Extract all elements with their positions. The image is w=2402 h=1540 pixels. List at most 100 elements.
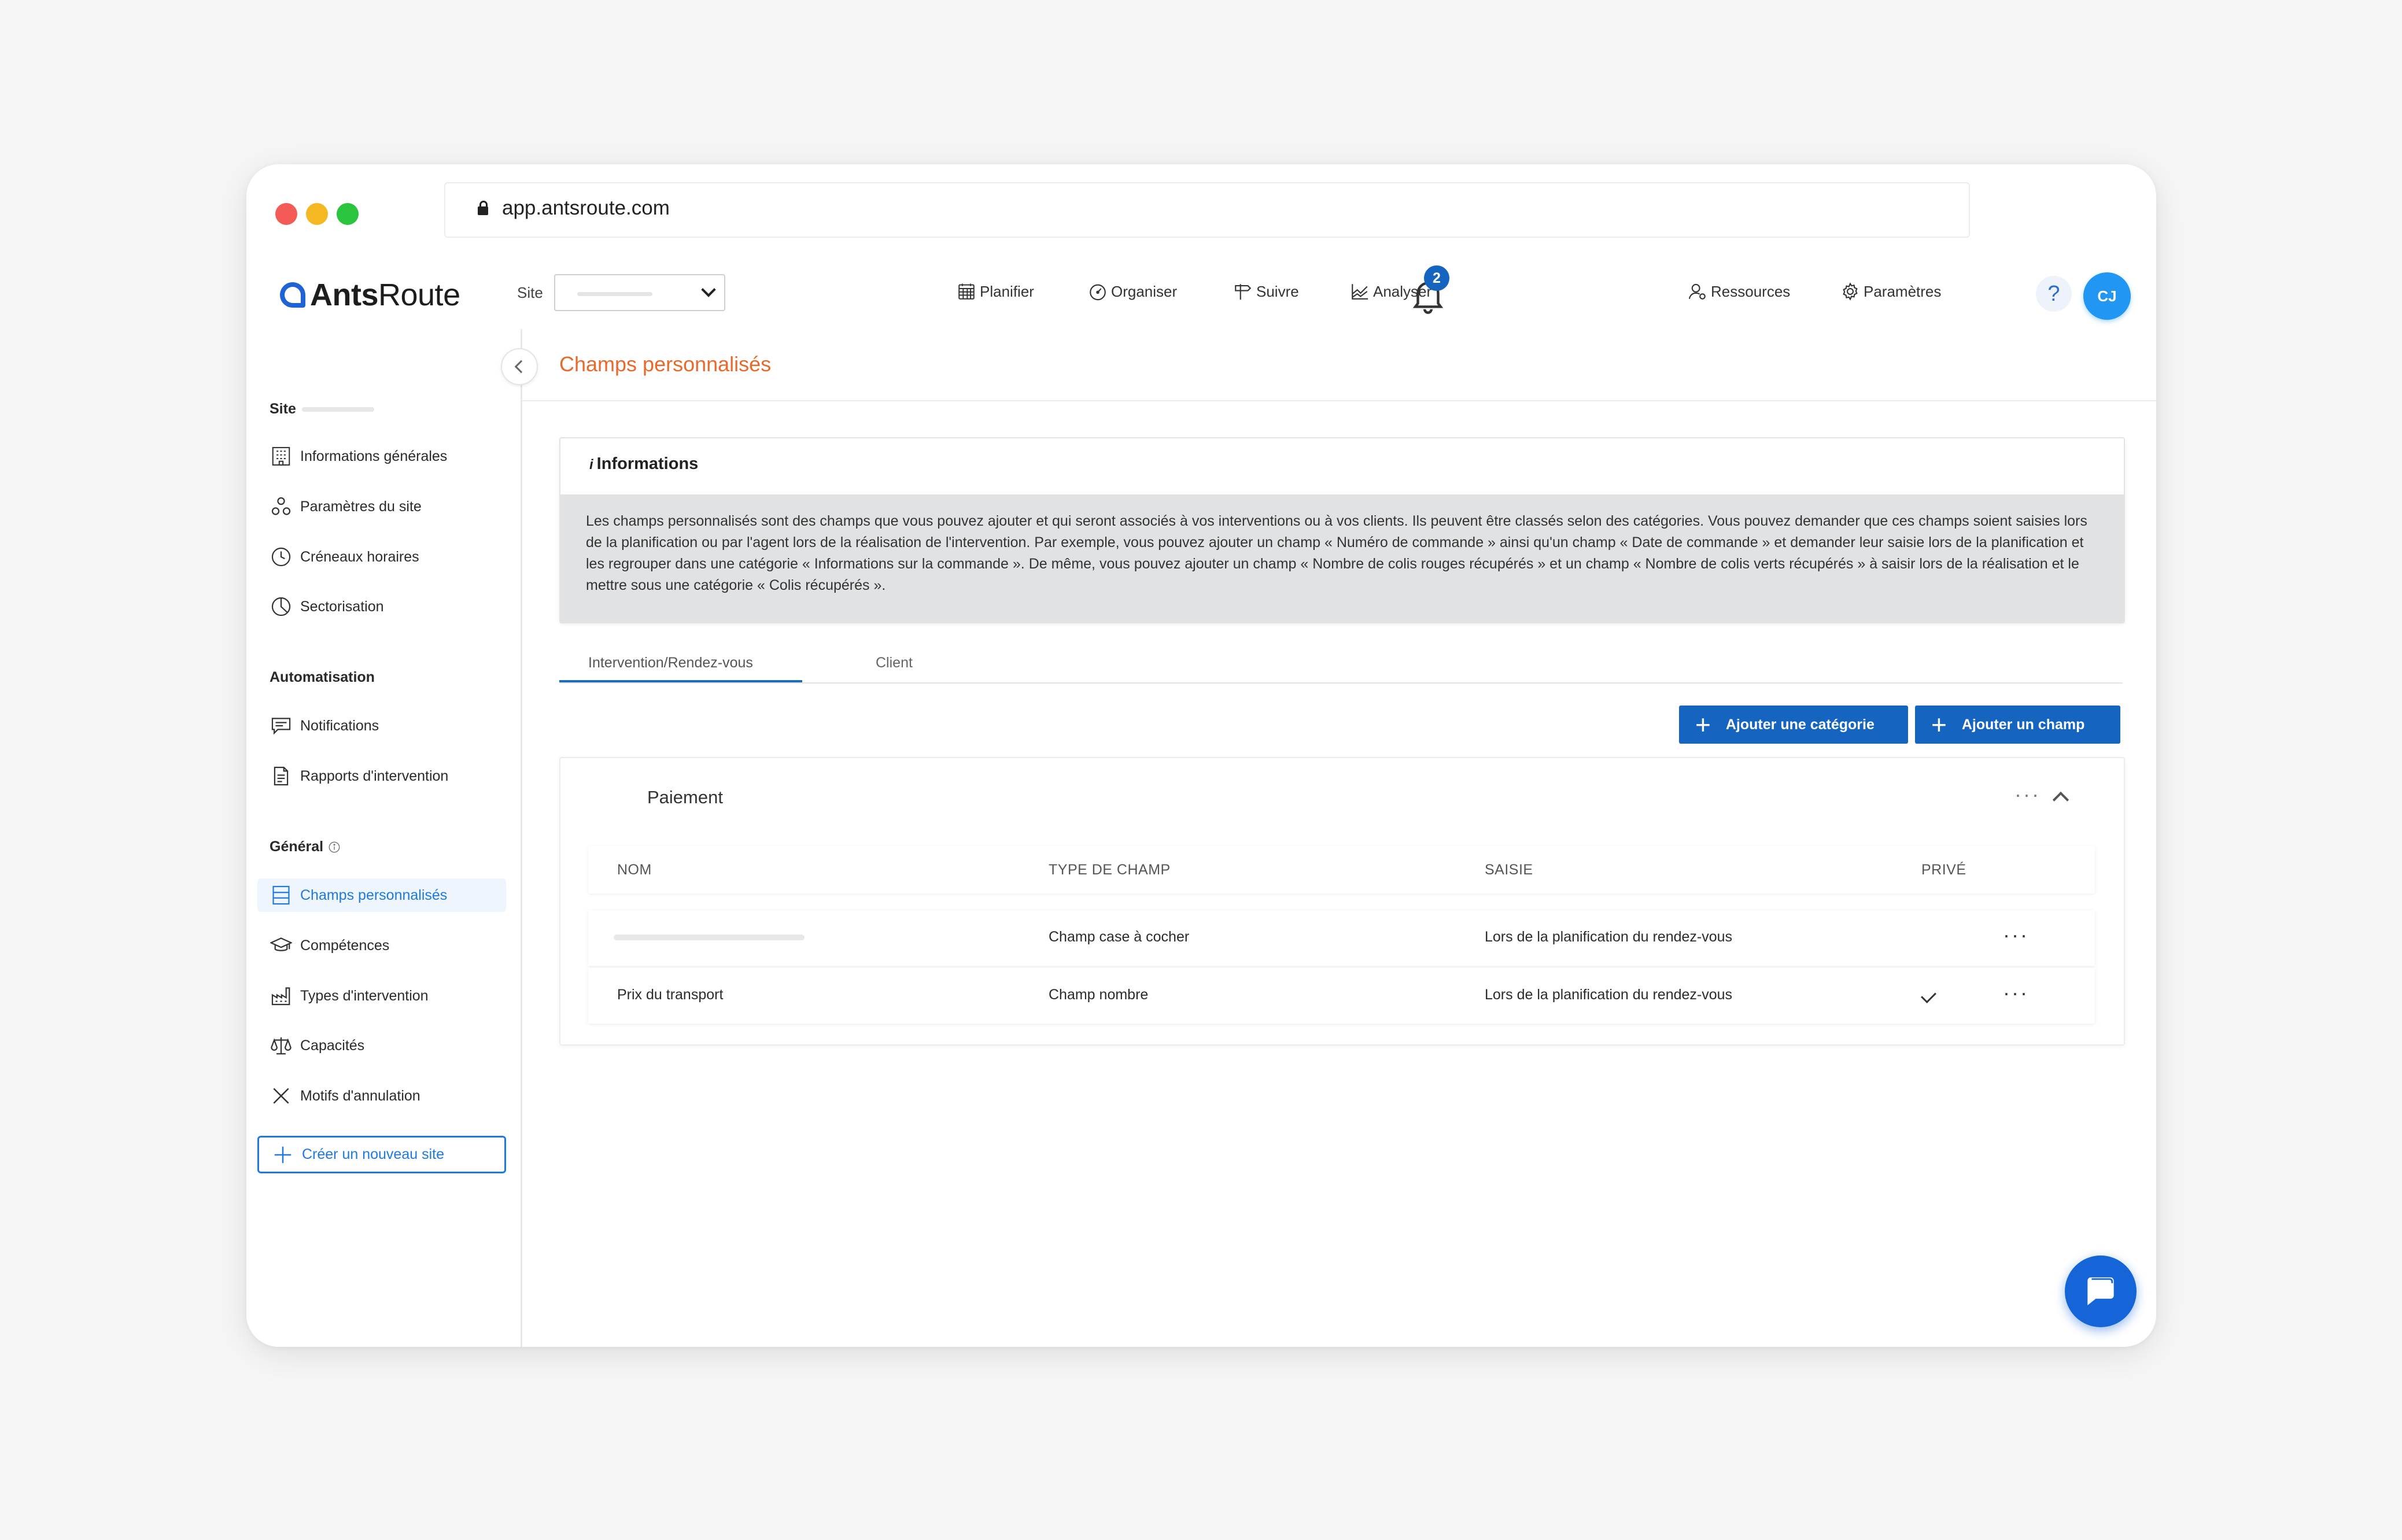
table-row[interactable]: Champ case à cocher Lors de la planifica…	[588, 910, 2095, 966]
browser-window: app.antsroute.com AntsRoute Site Planifi…	[246, 164, 2156, 1347]
factory-icon	[271, 987, 290, 1006]
sidebar-section-general: Général	[270, 839, 341, 855]
sidebar-item-capacites[interactable]: Capacités	[257, 1029, 506, 1062]
nav-ressources[interactable]: Ressources	[1688, 282, 1790, 301]
column-header-nom[interactable]: NOM	[617, 862, 652, 878]
nav-suivre-label: Suivre	[1256, 282, 1299, 300]
sidebar-item-creneaux-horaires[interactable]: Créneaux horaires	[257, 540, 506, 574]
tab-client[interactable]: Client	[876, 655, 913, 671]
lock-icon	[478, 201, 488, 215]
user-gear-icon	[1688, 283, 1706, 300]
gear-icon	[1843, 282, 1858, 301]
add-field-label: Ajouter un champ	[1961, 716, 2085, 733]
signpost-icon	[1235, 284, 1252, 300]
category-card: Paiement ··· NOM TYPE DE CHAMP SAISIE PR…	[559, 757, 2125, 1046]
sidebar-collapse-button[interactable]	[501, 348, 538, 385]
gauge-icon	[1090, 284, 1106, 301]
info-card-text: Les champs personnalisés sont des champs…	[560, 494, 2124, 622]
sidebar-item-label: Rapports d'intervention	[300, 767, 449, 784]
settings-sidebar: Site Informations générales Paramètres d…	[246, 329, 522, 1347]
cross-icon	[273, 1088, 289, 1104]
create-site-button[interactable]: Créer un nouveau site	[257, 1136, 506, 1173]
scale-icon	[271, 1037, 292, 1055]
tab-bar: Intervention/Rendez-vous Client	[559, 644, 2123, 684]
site-select[interactable]	[554, 274, 725, 311]
sidebar-item-label: Compétences	[300, 937, 390, 954]
main-content: Champs personnalisés i Informations Les c…	[522, 329, 2156, 1347]
list-icon	[272, 885, 290, 905]
table-header: NOM TYPE DE CHAMP SAISIE PRIVÉ	[588, 846, 2095, 893]
category-title: Paiement	[647, 787, 723, 807]
sidebar-item-motifs-annulation[interactable]: Motifs d'annulation	[257, 1079, 506, 1113]
antsroute-logo[interactable]: AntsRoute	[280, 275, 460, 315]
sidebar-item-notifications[interactable]: Notifications	[257, 709, 506, 743]
nav-organiser[interactable]: Organiser	[1088, 282, 1177, 301]
row-saisie: Lors de la planification du rendez-vous	[1485, 929, 1733, 945]
row-name-placeholder	[614, 935, 805, 940]
nav-planifier-label: Planifier	[980, 282, 1034, 300]
column-header-saisie[interactable]: SAISIE	[1485, 862, 1533, 878]
column-header-type[interactable]: TYPE DE CHAMP	[1049, 862, 1171, 878]
help-button[interactable]: ?	[2036, 276, 2072, 312]
sidebar-item-label: Informations générales	[300, 448, 448, 464]
top-navbar: AntsRoute Site Planifier Organiser Suivr…	[246, 260, 2156, 331]
nav-ressources-label: Ressources	[1711, 282, 1791, 300]
create-site-label: Créer un nouveau site	[302, 1146, 444, 1162]
table-row[interactable]: Prix du transport Champ nombre Lors de l…	[588, 968, 2095, 1024]
maximize-window-button[interactable]	[337, 203, 359, 225]
sidebar-section-automatisation: Automatisation	[270, 669, 375, 685]
building-icon	[272, 446, 290, 466]
chat-bubble-icon	[2087, 1277, 2114, 1306]
minimize-window-button[interactable]	[306, 203, 328, 225]
graduation-cap-icon	[270, 937, 292, 951]
sidebar-item-types-intervention[interactable]: Types d'intervention	[257, 979, 506, 1013]
nav-organiser-label: Organiser	[1111, 282, 1178, 300]
chevron-up-icon[interactable]	[2052, 791, 2069, 808]
sidebar-item-label: Capacités	[300, 1037, 365, 1054]
nodes-icon	[271, 497, 291, 515]
nav-parametres[interactable]: Paramètres	[1840, 282, 1941, 301]
address-bar[interactable]: app.antsroute.com	[444, 182, 1970, 238]
info-card-title: i Informations	[589, 455, 699, 473]
user-avatar[interactable]: CJ	[2083, 272, 2131, 320]
add-category-button[interactable]: + Ajouter une catégorie	[1679, 706, 1908, 744]
info-icon: i	[589, 457, 593, 472]
add-field-button[interactable]: + Ajouter un champ	[1915, 706, 2120, 744]
nav-planifier[interactable]: Planifier	[957, 282, 1034, 301]
sidebar-item-parametres-du-site[interactable]: Paramètres du site	[257, 490, 506, 523]
message-icon	[271, 718, 291, 735]
sidebar-item-champs-personnalises[interactable]: Champs personnalisés	[257, 878, 506, 912]
sidebar-item-label: Types d'intervention	[300, 987, 429, 1004]
site-select-label: Site	[517, 284, 543, 301]
sidebar-item-competences[interactable]: Compétences	[257, 929, 506, 962]
row-more-icon[interactable]: ···	[2003, 981, 2029, 1005]
plus-icon	[274, 1146, 292, 1163]
document-icon	[274, 766, 289, 786]
category-more-icon[interactable]: ···	[2014, 782, 2041, 807]
sidebar-item-label: Champs personnalisés	[300, 887, 448, 903]
notification-badge: 2	[1424, 265, 1449, 291]
nav-suivre[interactable]: Suivre	[1233, 282, 1299, 301]
chevron-down-icon	[701, 282, 716, 297]
close-window-button[interactable]	[275, 203, 297, 225]
sidebar-item-label: Paramètres du site	[300, 498, 422, 515]
row-more-icon[interactable]: ···	[2003, 923, 2029, 947]
url-text: app.antsroute.com	[502, 197, 670, 219]
sidebar-item-rapports-intervention[interactable]: Rapports d'intervention	[257, 759, 506, 793]
logo-bold: Ants	[310, 278, 379, 312]
column-header-prive[interactable]: PRIVÉ	[1921, 862, 1966, 878]
sidebar-item-label: Motifs d'annulation	[300, 1087, 420, 1104]
clock-icon	[271, 547, 291, 567]
page-title: Champs personnalisés	[559, 352, 772, 376]
add-category-label: Ajouter une catégorie	[1725, 716, 1875, 733]
row-saisie: Lors de la planification du rendez-vous	[1485, 987, 1733, 1003]
row-type: Champ case à cocher	[1049, 929, 1190, 945]
plus-icon: +	[1931, 710, 1947, 740]
sidebar-item-informations-generales[interactable]: Informations générales	[257, 440, 506, 473]
tab-intervention[interactable]: Intervention/Rendez-vous	[588, 655, 753, 671]
logo-light: Route	[378, 278, 460, 312]
sidebar-item-sectorisation[interactable]: Sectorisation	[257, 590, 506, 623]
chat-button[interactable]	[2065, 1255, 2137, 1327]
sidebar-item-label: Notifications	[300, 717, 379, 734]
sidebar-section-site: Site	[270, 401, 374, 418]
